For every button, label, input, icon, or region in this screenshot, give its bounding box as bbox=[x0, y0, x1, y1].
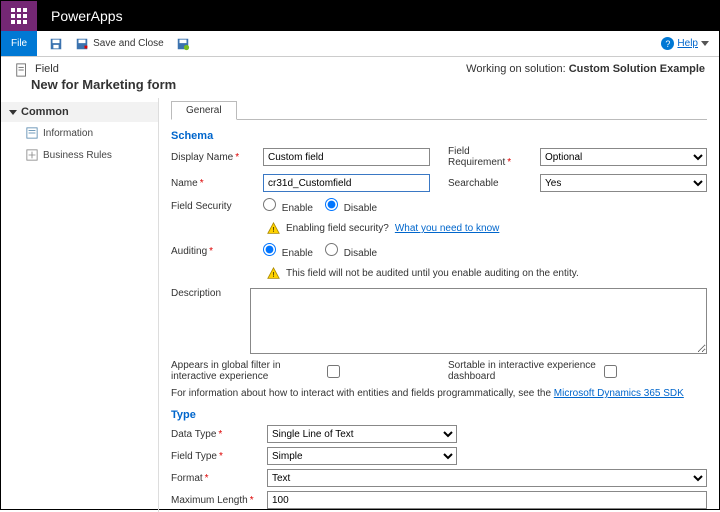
page-title: New for Marketing form bbox=[1, 77, 719, 98]
warning-icon: ! bbox=[267, 267, 280, 280]
searchable-label: Searchable bbox=[448, 178, 534, 189]
security-hint-link[interactable]: What you need to know bbox=[395, 223, 500, 234]
save-close-label: Save and Close bbox=[93, 38, 164, 49]
field-type-label: Field Type* bbox=[171, 451, 261, 462]
format-label: Format* bbox=[171, 473, 261, 484]
section-schema: Schema bbox=[171, 130, 707, 142]
side-item-business-rules[interactable]: Business Rules bbox=[1, 144, 158, 166]
save-as-icon bbox=[176, 37, 190, 51]
ribbon: File Save and Close ? Help bbox=[1, 31, 719, 57]
side-item-information[interactable]: Information bbox=[1, 122, 158, 144]
waffle-icon bbox=[11, 8, 27, 24]
svg-text:!: ! bbox=[272, 225, 274, 234]
save-icon bbox=[49, 37, 63, 51]
sdk-link[interactable]: Microsoft Dynamics 365 SDK bbox=[554, 388, 684, 399]
solution-name: Custom Solution Example bbox=[569, 63, 705, 75]
top-bar: PowerApps bbox=[1, 1, 719, 31]
field-icon bbox=[15, 63, 29, 77]
audit-enable-radio[interactable]: Enable bbox=[263, 243, 313, 259]
requirement-label: Field Requirement* bbox=[448, 146, 534, 168]
requirement-select[interactable]: Optional bbox=[540, 148, 707, 166]
max-length-input[interactable] bbox=[267, 491, 707, 509]
sortable-checkbox[interactable] bbox=[604, 365, 617, 378]
warning-icon: ! bbox=[267, 222, 280, 235]
save-close-button[interactable]: Save and Close bbox=[69, 31, 170, 56]
solution-prefix: Working on solution: bbox=[466, 63, 565, 75]
page-header: Field Working on solution: Custom Soluti… bbox=[1, 57, 719, 77]
save-button[interactable] bbox=[43, 31, 69, 56]
data-type-label: Data Type* bbox=[171, 429, 261, 440]
chevron-down-icon bbox=[9, 110, 17, 115]
chevron-down-icon bbox=[701, 41, 709, 46]
section-type: Type bbox=[171, 409, 707, 421]
display-name-label: Display Name* bbox=[171, 152, 257, 163]
audit-disable-radio[interactable]: Disable bbox=[325, 243, 377, 259]
breadcrumb: Field bbox=[35, 63, 59, 75]
brand-label: PowerApps bbox=[37, 1, 137, 31]
security-disable-radio[interactable]: Disable bbox=[325, 198, 377, 214]
sortable-label: Sortable in interactive experience dashb… bbox=[448, 360, 598, 382]
rules-icon bbox=[25, 148, 39, 162]
max-length-label: Maximum Length* bbox=[171, 495, 261, 506]
description-label: Description bbox=[171, 288, 244, 299]
name-input[interactable] bbox=[263, 174, 430, 192]
global-filter-checkbox[interactable] bbox=[327, 365, 340, 378]
format-select[interactable]: Text bbox=[267, 469, 707, 487]
side-section-common[interactable]: Common bbox=[1, 102, 158, 122]
file-tab[interactable]: File bbox=[1, 31, 37, 56]
help-icon: ? bbox=[661, 37, 674, 50]
security-enable-radio[interactable]: Enable bbox=[263, 198, 313, 214]
tab-strip: General bbox=[171, 98, 707, 120]
auditing-label: Auditing* bbox=[171, 246, 257, 257]
side-nav: Common Information Business Rules bbox=[1, 98, 159, 512]
description-input[interactable] bbox=[250, 288, 707, 354]
svg-text:!: ! bbox=[272, 270, 274, 279]
field-type-select[interactable]: Simple bbox=[267, 447, 457, 465]
tab-general[interactable]: General bbox=[171, 101, 237, 120]
searchable-select[interactable]: Yes bbox=[540, 174, 707, 192]
name-label: Name* bbox=[171, 178, 257, 189]
security-label: Field Security bbox=[171, 201, 257, 212]
app-launcher[interactable] bbox=[1, 1, 37, 31]
form-icon bbox=[25, 126, 39, 140]
help-link[interactable]: ? Help bbox=[661, 37, 719, 50]
content-area: General Schema Display Name* Field Requi… bbox=[159, 98, 719, 512]
global-filter-label: Appears in global filter in interactive … bbox=[171, 360, 321, 382]
display-name-input[interactable] bbox=[263, 148, 430, 166]
save-close-icon bbox=[75, 37, 89, 51]
data-type-select[interactable]: Single Line of Text bbox=[267, 425, 457, 443]
save-as-button[interactable] bbox=[170, 31, 196, 56]
